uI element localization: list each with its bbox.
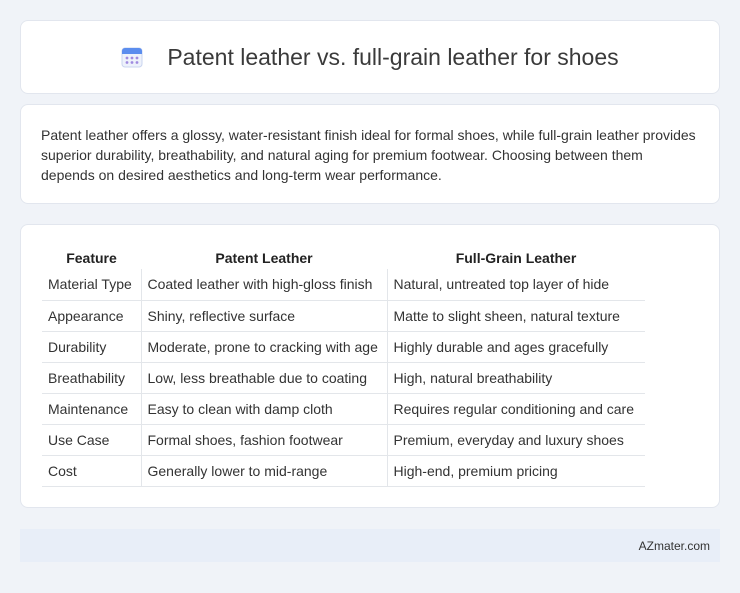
table-row: Use Case Formal shoes, fashion footwear … — [42, 424, 645, 455]
row-patent: Easy to clean with damp cloth — [141, 393, 387, 424]
table-row: Breathability Low, less breathable due t… — [42, 362, 645, 393]
column-header-feature: Feature — [42, 247, 141, 269]
row-patent: Formal shoes, fashion footwear — [141, 424, 387, 455]
row-patent: Shiny, reflective surface — [141, 300, 387, 331]
row-feature: Cost — [42, 455, 141, 486]
footer-site-link[interactable]: AZmater.com — [639, 539, 710, 553]
table-row: Durability Moderate, prone to cracking w… — [42, 331, 645, 362]
column-header-full-grain-leather: Full-Grain Leather — [387, 247, 645, 269]
comparison-table: Feature Patent Leather Full-Grain Leathe… — [42, 247, 645, 487]
row-full-grain: Premium, everyday and luxury shoes — [387, 424, 645, 455]
table-row: Cost Generally lower to mid-range High-e… — [42, 455, 645, 486]
title-wrap: Patent leather vs. full-grain leather fo… — [121, 44, 618, 71]
row-feature: Appearance — [42, 300, 141, 331]
row-feature: Breathability — [42, 362, 141, 393]
table-row: Maintenance Easy to clean with damp clot… — [42, 393, 645, 424]
row-full-grain: Requires regular conditioning and care — [387, 393, 645, 424]
page-title: Patent leather vs. full-grain leather fo… — [167, 44, 618, 71]
comparison-table-card: Feature Patent Leather Full-Grain Leathe… — [20, 224, 720, 508]
row-full-grain: High, natural breathability — [387, 362, 645, 393]
row-patent: Moderate, prone to cracking with age — [141, 331, 387, 362]
title-card: Patent leather vs. full-grain leather fo… — [20, 20, 720, 94]
description-card: Patent leather offers a glossy, water-re… — [20, 104, 720, 204]
description-text: Patent leather offers a glossy, water-re… — [41, 125, 699, 185]
row-full-grain: Natural, untreated top layer of hide — [387, 269, 645, 300]
column-header-patent-leather: Patent Leather — [141, 247, 387, 269]
row-patent: Coated leather with high-gloss finish — [141, 269, 387, 300]
row-full-grain: Highly durable and ages gracefully — [387, 331, 645, 362]
row-feature: Maintenance — [42, 393, 141, 424]
table-header-row: Feature Patent Leather Full-Grain Leathe… — [42, 247, 645, 269]
row-patent: Generally lower to mid-range — [141, 455, 387, 486]
row-full-grain: High-end, premium pricing — [387, 455, 645, 486]
row-feature: Material Type — [42, 269, 141, 300]
table-row: Material Type Coated leather with high-g… — [42, 269, 645, 300]
row-patent: Low, less breathable due to coating — [141, 362, 387, 393]
footer-bar: AZmater.com — [20, 529, 720, 562]
calendar-icon — [121, 46, 143, 68]
row-feature: Use Case — [42, 424, 141, 455]
row-full-grain: Matte to slight sheen, natural texture — [387, 300, 645, 331]
table-row: Appearance Shiny, reflective surface Mat… — [42, 300, 645, 331]
row-feature: Durability — [42, 331, 141, 362]
